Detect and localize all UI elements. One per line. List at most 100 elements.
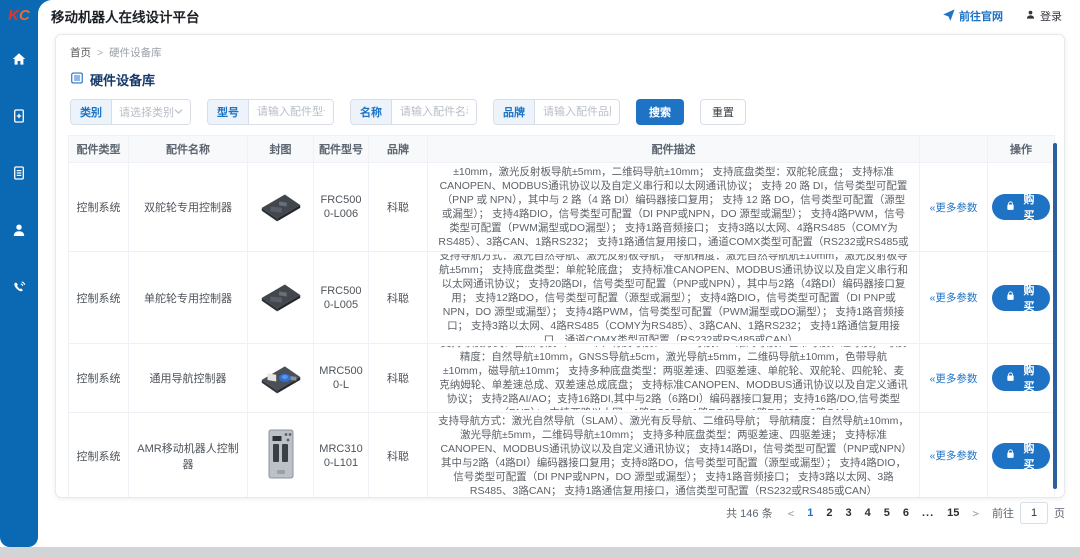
cell-more: «更多参数 xyxy=(920,413,988,499)
more-params-link[interactable]: «更多参数 xyxy=(930,292,978,304)
pagination-page-3[interactable]: 3 xyxy=(845,507,851,519)
buy-label: 购买 xyxy=(1021,440,1037,472)
app-logo[interactable]: KC xyxy=(0,7,38,24)
sidebar-item-library[interactable] xyxy=(0,160,38,190)
cell-more: «更多参数 xyxy=(920,344,988,413)
cell-part-type: 控制系统 xyxy=(69,252,129,344)
main-area: 移动机器人在线设计平台 前往官网 登录 首页>硬件设备库 硬件设备库 类别 请选 xyxy=(38,0,1080,547)
pagination-page-1[interactable]: 1 xyxy=(807,507,813,519)
more-params-link[interactable]: «更多参数 xyxy=(930,373,978,385)
cell-more: «更多参数 xyxy=(920,163,988,252)
header-more xyxy=(920,136,988,163)
product-image xyxy=(256,305,306,317)
buy-label: 购买 xyxy=(1021,191,1037,223)
brand-input[interactable] xyxy=(535,100,619,124)
cell-cover xyxy=(248,163,314,252)
model-input[interactable] xyxy=(249,100,333,124)
sidebar-nav xyxy=(0,46,38,331)
more-params-link[interactable]: «更多参数 xyxy=(930,202,978,214)
breadcrumb-separator: > xyxy=(97,47,103,59)
table-row: 控制系统 通用导航控制器 MRC5000-L 科聪 支持导航方式：自然导航（SL… xyxy=(69,344,1055,413)
cell-description: 支持导航方式：激光自然导航、激光反射板导航； 导航精度：激光自然导航航±10mm… xyxy=(428,252,920,344)
description-text: 支持导航方式：激光自然导航，激光反射板导航，二维码导航（选配）； 导航精度：激光… xyxy=(438,165,909,249)
home-icon xyxy=(11,51,27,72)
cell-part-name: 双舵轮专用控制器 xyxy=(129,163,248,252)
file-add-icon xyxy=(11,108,27,129)
name-filter-group: 名称 xyxy=(350,99,477,125)
parts-table: 配件类型 配件名称 封图 配件型号 品牌 配件描述 操作 控制系统 双舵轮专用控… xyxy=(68,135,1055,498)
pagination-page-15[interactable]: 15 xyxy=(947,507,959,519)
table-scrollbar[interactable] xyxy=(1053,143,1057,489)
paper-plane-icon xyxy=(943,9,955,24)
cell-cover xyxy=(248,413,314,499)
description-text: 支持导航方式：激光自然导航、激光反射板导航； 导航精度：激光自然导航航±10mm… xyxy=(438,254,909,341)
pagination-next-button[interactable]: > xyxy=(972,507,979,520)
cell-part-type: 控制系统 xyxy=(69,413,129,499)
goto-label: 前往 xyxy=(992,505,1014,521)
shopping-bag-icon xyxy=(1005,448,1016,463)
page-title-text: 硬件设备库 xyxy=(90,70,155,89)
cell-action: 购买 xyxy=(988,163,1055,252)
sidebar-item-new-design[interactable] xyxy=(0,103,38,133)
table-header-row: 配件类型 配件名称 封图 配件型号 品牌 配件描述 操作 xyxy=(69,136,1055,163)
buy-button[interactable]: 购买 xyxy=(992,443,1050,469)
buy-button[interactable]: 购买 xyxy=(992,285,1050,311)
pagination-total: 共 146 条 xyxy=(726,505,772,521)
product-image xyxy=(266,471,296,483)
header-cover: 封图 xyxy=(248,136,314,163)
header-model: 配件型号 xyxy=(314,136,369,163)
pagination-page-2[interactable]: 2 xyxy=(826,507,832,519)
breadcrumb-home[interactable]: 首页 xyxy=(70,47,91,59)
chevron-down-icon xyxy=(174,106,183,118)
buy-label: 购买 xyxy=(1021,362,1037,394)
cell-description: 支持导航方式：自然导航（SLAM）、有反导航、GNSS导航、二维码导航、色带导航… xyxy=(428,344,920,413)
table-row: 控制系统 双舵轮专用控制器 FRC5000-L006 科聪 支持导航方式：激光自… xyxy=(69,163,1055,252)
cell-model: FRC5000-L006 xyxy=(314,163,369,252)
sidebar-item-user[interactable] xyxy=(0,217,38,247)
pagination-ellipsis[interactable]: ... xyxy=(922,507,934,519)
pagination-page-5[interactable]: 5 xyxy=(884,507,890,519)
search-button[interactable]: 搜索 xyxy=(636,99,684,125)
cell-brand: 科聪 xyxy=(369,413,428,499)
category-select[interactable]: 请选择类别 xyxy=(112,100,190,124)
category-filter-group: 类别 请选择类别 xyxy=(70,99,191,125)
more-params-link[interactable]: «更多参数 xyxy=(930,450,978,462)
top-header: 移动机器人在线设计平台 前往官网 登录 xyxy=(38,0,1080,32)
buy-label: 购买 xyxy=(1021,282,1037,314)
login-user-icon xyxy=(1025,9,1036,23)
shopping-bag-icon xyxy=(1005,371,1016,386)
shopping-bag-icon xyxy=(1005,200,1016,215)
header-actions: 前往官网 登录 xyxy=(943,8,1062,24)
cell-more: «更多参数 xyxy=(920,252,988,344)
product-image xyxy=(256,386,306,398)
table-row: 控制系统 AMR移动机器人控制器 MRC3100-L101 科聪 支持导航方式：… xyxy=(69,413,1055,499)
goto-official-site-link[interactable]: 前往官网 xyxy=(943,8,1003,24)
buy-button[interactable]: 购买 xyxy=(992,194,1050,220)
pagination-prev-button[interactable]: < xyxy=(788,507,795,520)
goto-official-site-label: 前往官网 xyxy=(959,8,1003,24)
brand-filter-group: 品牌 xyxy=(493,99,620,125)
goto-page-input[interactable] xyxy=(1020,502,1048,524)
login-link[interactable]: 登录 xyxy=(1025,8,1062,24)
cell-action: 购买 xyxy=(988,344,1055,413)
name-input[interactable] xyxy=(392,100,476,124)
cell-part-type: 控制系统 xyxy=(69,163,129,252)
pagination: 共 146 条 < 1 2 3 4 5 6 ... 15 > 前往 页 xyxy=(726,502,1065,524)
buy-button[interactable]: 购买 xyxy=(992,365,1050,391)
reset-button[interactable]: 重置 xyxy=(700,99,746,125)
sidebar-item-contact[interactable] xyxy=(0,274,38,304)
page-title: 硬件设备库 xyxy=(70,70,1052,89)
bottom-strip xyxy=(0,547,1080,557)
pagination-goto: 前往 页 xyxy=(992,502,1065,524)
pagination-page-6[interactable]: 6 xyxy=(903,507,909,519)
pagination-page-4[interactable]: 4 xyxy=(865,507,871,519)
logo-letter-c: C xyxy=(19,7,30,24)
cell-action: 购买 xyxy=(988,252,1055,344)
cell-cover xyxy=(248,252,314,344)
sidebar-item-home[interactable] xyxy=(0,46,38,76)
filter-bar: 类别 请选择类别 型号 名称 品牌 搜索 重置 xyxy=(70,99,1052,125)
header-part-name: 配件名称 xyxy=(129,136,248,163)
header-part-type: 配件类型 xyxy=(69,136,129,163)
login-label: 登录 xyxy=(1040,8,1062,24)
content-card: 首页>硬件设备库 硬件设备库 类别 请选择类别 型号 名称 xyxy=(55,34,1065,498)
